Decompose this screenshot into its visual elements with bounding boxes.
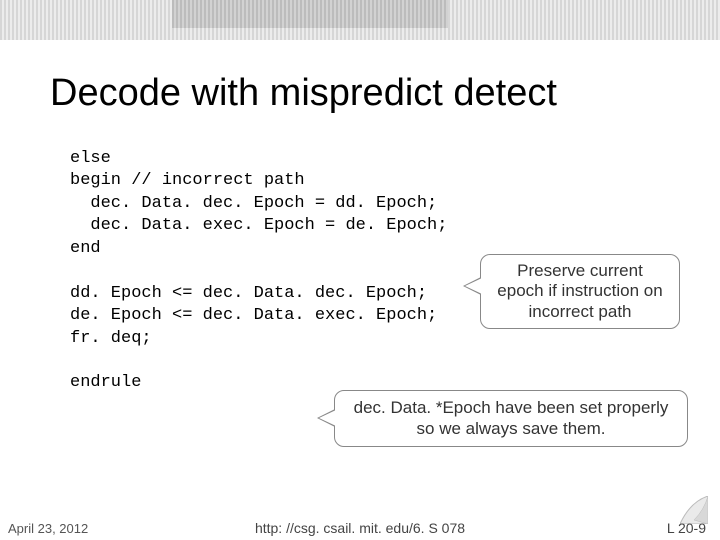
callout-save-epoch: dec. Data. *Epoch have been set properly… [334,390,688,447]
callout-text: Preserve current epoch if instruction on… [497,261,662,321]
top-band-inner [172,0,448,28]
footer-url: http: //csg. csail. mit. edu/6. S 078 [0,520,720,536]
slide-title: Decode with mispredict detect [50,72,690,115]
callout-text: dec. Data. *Epoch have been set properly… [354,398,669,438]
callout-preserve-epoch: Preserve current epoch if instruction on… [480,254,680,329]
code-block: else begin // incorrect path dec. Data. … [70,148,490,395]
top-band [0,0,720,40]
footer-page-number: L 20-9 [667,520,706,536]
